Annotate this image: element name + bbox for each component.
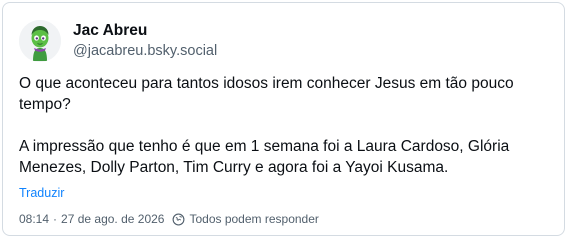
post-time[interactable]: 08:14 (19, 212, 49, 226)
post-body: O que aconteceu para tantos idosos irem … (19, 73, 549, 178)
post-paragraph: O que aconteceu para tantos idosos irem … (19, 75, 514, 113)
reply-permission[interactable]: Todos podem responder (189, 212, 318, 226)
globe-reply-icon (172, 213, 185, 226)
post-paragraph: A impressão que tenho é que em 1 semana … (19, 138, 510, 176)
post-card: Jac Abreu @jacabreu.bsky.social O que ac… (2, 2, 565, 236)
author-display-name[interactable]: Jac Abreu (73, 21, 217, 41)
translate-link[interactable]: Traduzir (19, 186, 64, 200)
avatar[interactable] (19, 20, 61, 62)
author-info: Jac Abreu @jacabreu.bsky.social (73, 21, 217, 61)
avatar-character-icon (19, 20, 61, 62)
author-handle[interactable]: @jacabreu.bsky.social (73, 41, 217, 61)
meta-separator: · (53, 212, 58, 226)
post-date[interactable]: 27 de ago. de 2026 (61, 212, 164, 226)
post-meta: 08:14 · 27 de ago. de 2026 Todos podem r… (19, 212, 319, 226)
post-header: Jac Abreu @jacabreu.bsky.social (19, 17, 217, 65)
